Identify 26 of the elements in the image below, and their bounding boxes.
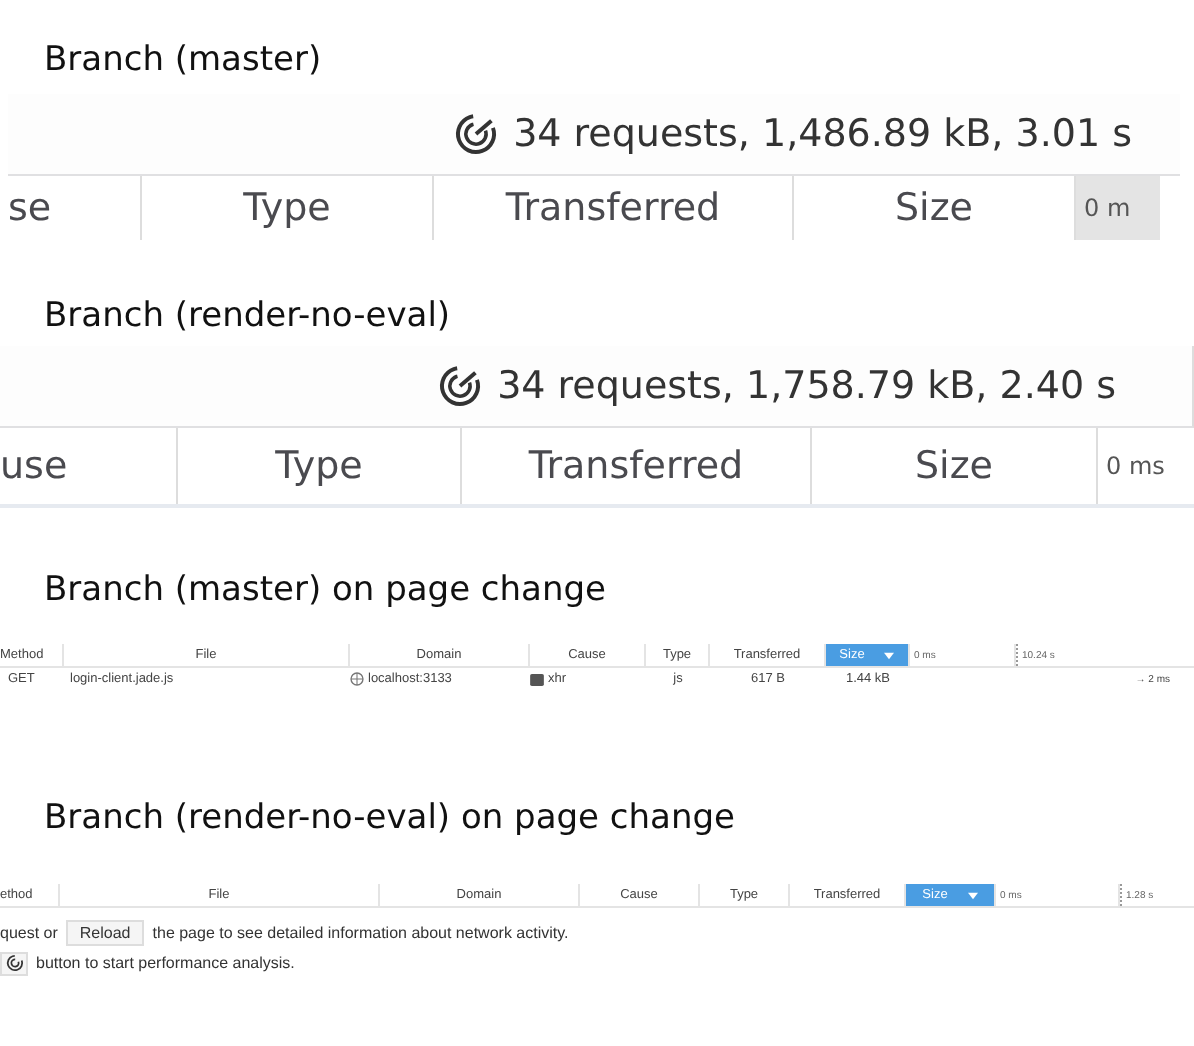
performance-button[interactable] <box>0 951 28 975</box>
globe-icon <box>350 672 364 686</box>
section-heading: Branch (master) on page change <box>44 568 608 614</box>
caret-icon[interactable] <box>884 651 895 659</box>
timeline-header: 0 ms <box>1096 428 1194 504</box>
column-header[interactable]: Size <box>810 428 1096 504</box>
performance-icon[interactable] <box>437 364 482 408</box>
caret-icon[interactable] <box>967 891 978 899</box>
script-icon <box>530 673 544 685</box>
column-header[interactable]: Transferred <box>432 176 792 240</box>
performance-icon[interactable] <box>453 112 498 156</box>
request-summary: 34 requests, 1,758.79 kB, 2.40 s <box>497 364 1116 408</box>
notice-text: the page to see detailed information about network activity. <box>152 924 569 942</box>
column-header[interactable]: Transferred <box>460 428 810 504</box>
section-heading: Branch (render-no-eval) on page change <box>44 796 737 842</box>
timeline-header: 0 m <box>1074 176 1160 240</box>
section-heading: Branch (render-no-eval) <box>44 294 453 340</box>
notice-text: quest or <box>0 924 58 942</box>
request-summary: 34 requests, 1,486.89 kB, 3.01 s <box>513 112 1132 156</box>
column-header[interactable]: use <box>0 428 176 504</box>
column-header[interactable]: Type <box>140 176 432 240</box>
reload-button[interactable]: Reload <box>65 920 145 946</box>
column-header[interactable]: se <box>8 176 140 240</box>
section-heading: Branch (master) <box>44 38 324 84</box>
notice-text: button to start performance analysis. <box>36 954 295 972</box>
column-header[interactable]: Type <box>176 428 460 504</box>
